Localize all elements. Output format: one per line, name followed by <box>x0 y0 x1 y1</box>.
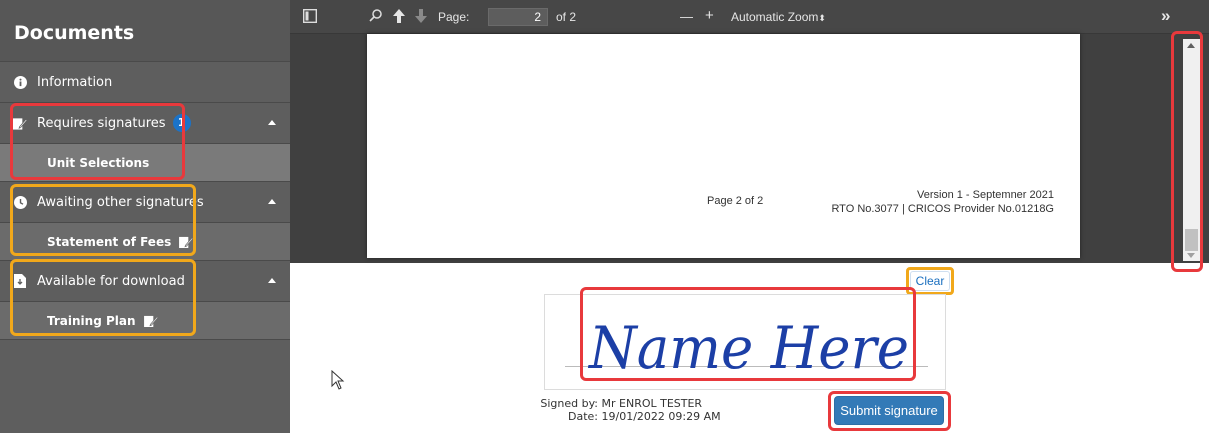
arrow-up-icon[interactable] <box>393 9 405 26</box>
signed-info: Signed by: Mr ENROL TESTER Date: 19/01/2… <box>538 397 721 423</box>
highlight-scrollbar <box>1171 31 1203 272</box>
select-arrows-icon: ⬍ <box>818 13 826 23</box>
zoom-in-button[interactable]: + <box>705 7 714 24</box>
more-tools-button[interactable]: » <box>1161 6 1170 26</box>
sidebar-item-information[interactable]: Information <box>0 62 290 103</box>
chevron-up-icon[interactable] <box>268 278 276 283</box>
sidebar-title: Documents <box>0 0 290 62</box>
info-icon <box>13 75 27 89</box>
zoom-select[interactable]: Automatic Zoom⬍ <box>731 10 826 24</box>
pdf-page: Page 2 of 2 Version 1 - Septemner 2021 R… <box>367 34 1080 258</box>
highlight-submit-button <box>828 391 951 431</box>
page-number-input[interactable]: 2 <box>488 8 548 26</box>
pdf-footer-version: Version 1 - Septemner 2021 <box>917 189 1054 201</box>
sidebar-item-label: Information <box>37 74 113 90</box>
date-label: Date: <box>568 410 598 423</box>
signed-by-value: Mr ENROL TESTER <box>601 397 703 410</box>
page-label: Page: <box>438 10 470 24</box>
pdf-footer-version-block: Version 1 - Septemner 2021 RTO No.3077 |… <box>831 188 1054 216</box>
highlight-signature <box>580 287 916 381</box>
signed-by-label: Signed by: <box>540 397 598 410</box>
highlight-available-download <box>10 259 196 336</box>
pdf-footer-page: Page 2 of 2 <box>707 195 764 207</box>
mouse-cursor-icon <box>331 370 345 390</box>
chevron-up-icon[interactable] <box>268 199 276 204</box>
date-value: 19/01/2022 09:29 AM <box>601 410 721 423</box>
page-count: of 2 <box>556 10 577 24</box>
pdf-viewer: Page: 2 of 2 — + Automatic Zoom⬍ » Page … <box>290 0 1209 263</box>
chevron-up-icon[interactable] <box>268 120 276 125</box>
pdf-footer-rto: RTO No.3077 | CRICOS Provider No.01218G <box>831 203 1054 215</box>
highlight-requires-signatures <box>10 103 185 180</box>
search-icon[interactable] <box>369 8 383 25</box>
sidebar-toggle-icon[interactable] <box>302 8 318 26</box>
zoom-out-button[interactable]: — <box>680 9 693 24</box>
highlight-awaiting-signatures <box>10 184 196 256</box>
zoom-select-value: Automatic Zoom <box>731 10 819 24</box>
pdf-toolbar: Page: 2 of 2 — + Automatic Zoom⬍ » <box>290 0 1209 34</box>
arrow-down-icon[interactable] <box>415 9 427 26</box>
